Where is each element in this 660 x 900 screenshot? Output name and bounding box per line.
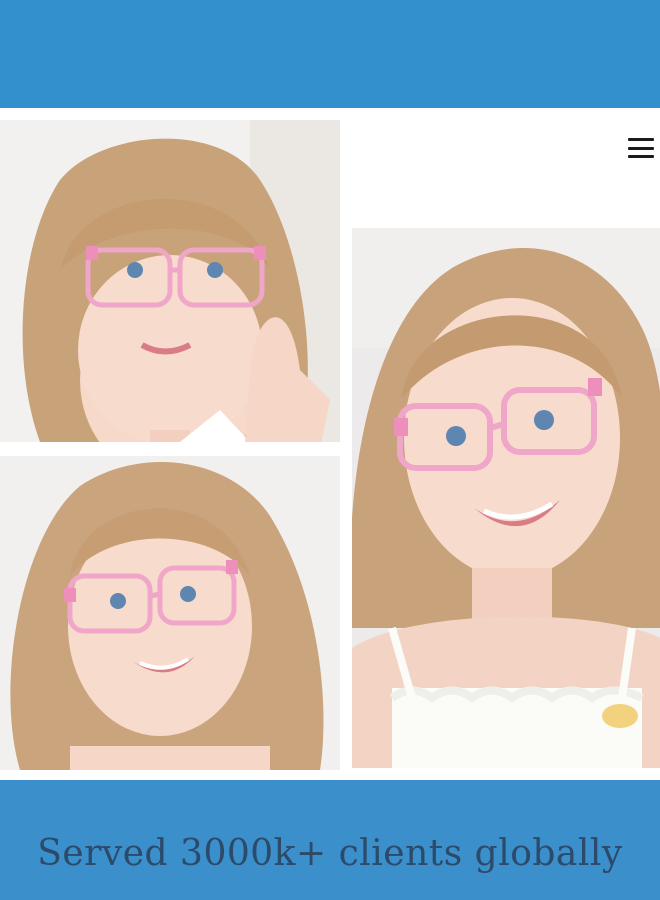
menu-line	[628, 138, 654, 141]
photo-girl-adjusting-glasses	[0, 120, 340, 442]
bottom-banner: Served 3000k+ clients globally	[0, 780, 660, 900]
menu-line	[628, 155, 654, 158]
photo-girl-close-up	[352, 228, 660, 768]
hamburger-menu-icon[interactable]	[626, 136, 656, 160]
top-banner	[0, 0, 660, 108]
photo-girl-smiling	[0, 456, 340, 770]
menu-line	[628, 146, 654, 150]
tagline-text: Served 3000k+ clients globally	[37, 832, 623, 874]
